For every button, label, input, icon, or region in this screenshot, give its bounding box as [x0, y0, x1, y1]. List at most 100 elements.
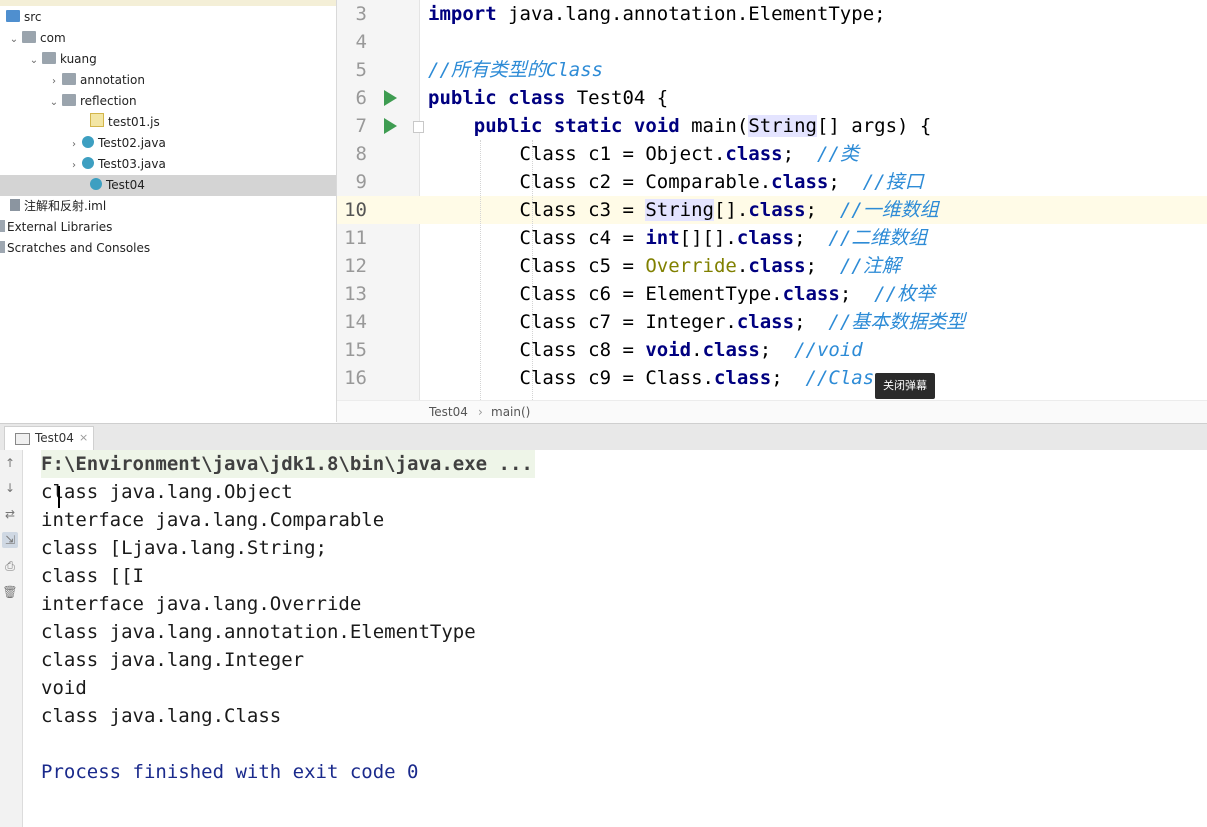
- tree-item-test02[interactable]: › Test02.java: [68, 133, 166, 154]
- code-token: [] args) {: [816, 115, 932, 137]
- package-folder-icon: [62, 73, 76, 85]
- output-line: class java.lang.Object: [41, 481, 293, 503]
- comment-token: //基本数据类型: [828, 311, 966, 333]
- tree-item-label: test01.js: [108, 115, 160, 129]
- code-line[interactable]: 8 Class c1 = Object.class; //类: [337, 140, 1207, 168]
- code-token: Class c3 =: [428, 199, 646, 221]
- keyword-token: class: [725, 143, 783, 165]
- code-text: Class c9 = Class.class; //Class: [428, 364, 886, 392]
- run-gutter-icon[interactable]: [384, 90, 397, 106]
- tree-top-strip: [0, 0, 336, 6]
- trash-icon[interactable]: 🗑: [2, 584, 18, 600]
- code-text: Class c4 = int[][].class; //二维数组: [428, 224, 928, 252]
- line-number: 9: [355, 171, 367, 193]
- output-line: class [Ljava.lang.String;: [41, 537, 327, 559]
- close-danmaku-tooltip[interactable]: 关闭弹幕: [875, 373, 935, 399]
- arrow-up-icon[interactable]: ↑: [2, 455, 18, 471]
- java-command-line[interactable]: F:\Environment\java\jdk1.8\bin\java.exe …: [41, 450, 535, 478]
- indent-guide: [480, 140, 481, 400]
- line-number: 7: [355, 115, 367, 137]
- code-line[interactable]: 5 //所有类型的Class: [337, 56, 1207, 84]
- close-icon[interactable]: ×: [79, 427, 88, 449]
- code-text: public class Test04 {: [428, 84, 668, 112]
- chevron-right-icon[interactable]: ›: [68, 134, 80, 155]
- line-number: 13: [344, 283, 367, 305]
- tree-item-scratches[interactable]: Scratches and Consoles: [0, 238, 150, 259]
- comment-token: //枚举: [874, 283, 936, 305]
- print-icon[interactable]: ⎙: [2, 558, 18, 574]
- code-editor[interactable]: 3 import java.lang.annotation.ElementType…: [337, 0, 1207, 400]
- tree-item-label: Test02.java: [98, 136, 166, 150]
- run-config-icon: [15, 433, 30, 445]
- code-text: Class c1 = Object.class; //类: [428, 140, 859, 168]
- line-number: 16: [344, 367, 367, 389]
- chevron-right-icon[interactable]: ›: [68, 155, 80, 176]
- comment-token: //类: [816, 143, 859, 165]
- run-tab-test04[interactable]: Test04 ×: [4, 426, 94, 450]
- fold-marker-icon[interactable]: [413, 121, 424, 133]
- tree-item-test03[interactable]: › Test03.java: [68, 154, 166, 175]
- arrow-down-icon[interactable]: ↓: [2, 480, 18, 496]
- soft-wrap-icon[interactable]: ⇄: [2, 506, 18, 522]
- code-text: public static void main(String[] args) {: [428, 112, 931, 140]
- code-token: main(: [679, 115, 749, 137]
- code-line[interactable]: 11 Class c4 = int[][].class; //二维数组: [337, 224, 1207, 252]
- line-number: 5: [355, 59, 367, 81]
- output-line: class java.lang.Integer: [41, 649, 305, 671]
- code-token: ;: [805, 255, 840, 277]
- line-number: 12: [344, 255, 367, 277]
- breadcrumb-file[interactable]: Test04: [429, 401, 468, 423]
- tree-item-annotation[interactable]: › annotation: [48, 70, 145, 91]
- tree-selection-highlight: [0, 175, 336, 196]
- code-token: Class c9 = Class.: [428, 367, 714, 389]
- code-token: Test04 {: [565, 87, 669, 109]
- code-line[interactable]: 4: [337, 28, 1207, 56]
- code-line[interactable]: 9 Class c2 = Comparable.class; //接口: [337, 168, 1207, 196]
- package-folder-icon: [22, 31, 36, 43]
- run-tab-label: Test04: [35, 431, 74, 445]
- output-line: interface java.lang.Comparable: [41, 509, 385, 531]
- tree-item-reflection[interactable]: ⌄ reflection: [48, 91, 137, 112]
- line-number: 3: [355, 3, 367, 25]
- code-token: ;: [805, 199, 840, 221]
- chevron-down-icon[interactable]: ⌄: [28, 50, 40, 71]
- scratches-icon: [0, 241, 5, 253]
- tree-item-iml[interactable]: 注解和反射.iml: [8, 196, 106, 217]
- java-class-icon: [90, 178, 102, 190]
- code-line[interactable]: 7 public static void main(String[] args)…: [337, 112, 1207, 140]
- tree-item-test01-js[interactable]: test01.js: [88, 112, 160, 133]
- breadcrumb: Test04 › main(): [337, 400, 1207, 423]
- tree-item-external-libraries[interactable]: External Libraries: [0, 217, 112, 238]
- js-file-icon: [90, 113, 104, 127]
- breadcrumb-method[interactable]: main(): [491, 401, 530, 423]
- code-line[interactable]: 3 import java.lang.annotation.ElementType…: [337, 0, 1207, 28]
- chevron-down-icon[interactable]: ⌄: [48, 92, 60, 113]
- code-line[interactable]: 6 public class Test04 {: [337, 84, 1207, 112]
- run-gutter-icon[interactable]: [384, 118, 397, 134]
- scroll-to-end-icon[interactable]: ⇲: [2, 532, 18, 548]
- tree-item-com[interactable]: ⌄ com: [8, 28, 66, 49]
- chevron-right-icon[interactable]: ›: [48, 71, 60, 92]
- code-token: ;: [794, 311, 829, 333]
- tree-item-src[interactable]: src: [4, 7, 42, 28]
- code-line[interactable]: 15 Class c8 = void.class; //void: [337, 336, 1207, 364]
- exit-message: Process finished with exit code 0: [41, 761, 419, 783]
- code-line[interactable]: 13 Class c6 = ElementType.class; //枚举: [337, 280, 1207, 308]
- line-number: 11: [344, 227, 367, 249]
- chevron-down-icon[interactable]: ⌄: [8, 29, 20, 50]
- code-text: //所有类型的Class: [428, 56, 603, 84]
- code-line[interactable]: 10 Class c3 = String[].class; //一维数组: [337, 196, 1207, 224]
- java-class-icon: [82, 157, 94, 169]
- console-output[interactable]: F:\Environment\java\jdk1.8\bin\java.exe …: [23, 450, 1207, 827]
- code-token: Class c7 = Integer.: [428, 311, 737, 333]
- tree-item-test04[interactable]: Test04: [88, 175, 145, 196]
- code-token: java.lang.annotation.ElementType;: [496, 3, 886, 25]
- code-token: ;: [759, 339, 795, 361]
- keyword-token: class: [748, 255, 806, 277]
- tree-item-label: 注解和反射.iml: [24, 199, 107, 213]
- code-line[interactable]: 14 Class c7 = Integer.class; //基本数据类型: [337, 308, 1207, 336]
- code-line[interactable]: 16 Class c9 = Class.class; //Class: [337, 364, 1207, 392]
- java-class-icon: [82, 136, 94, 148]
- tree-item-kuang[interactable]: ⌄ kuang: [28, 49, 97, 70]
- code-line[interactable]: 12 Class c5 = Override.class; //注解: [337, 252, 1207, 280]
